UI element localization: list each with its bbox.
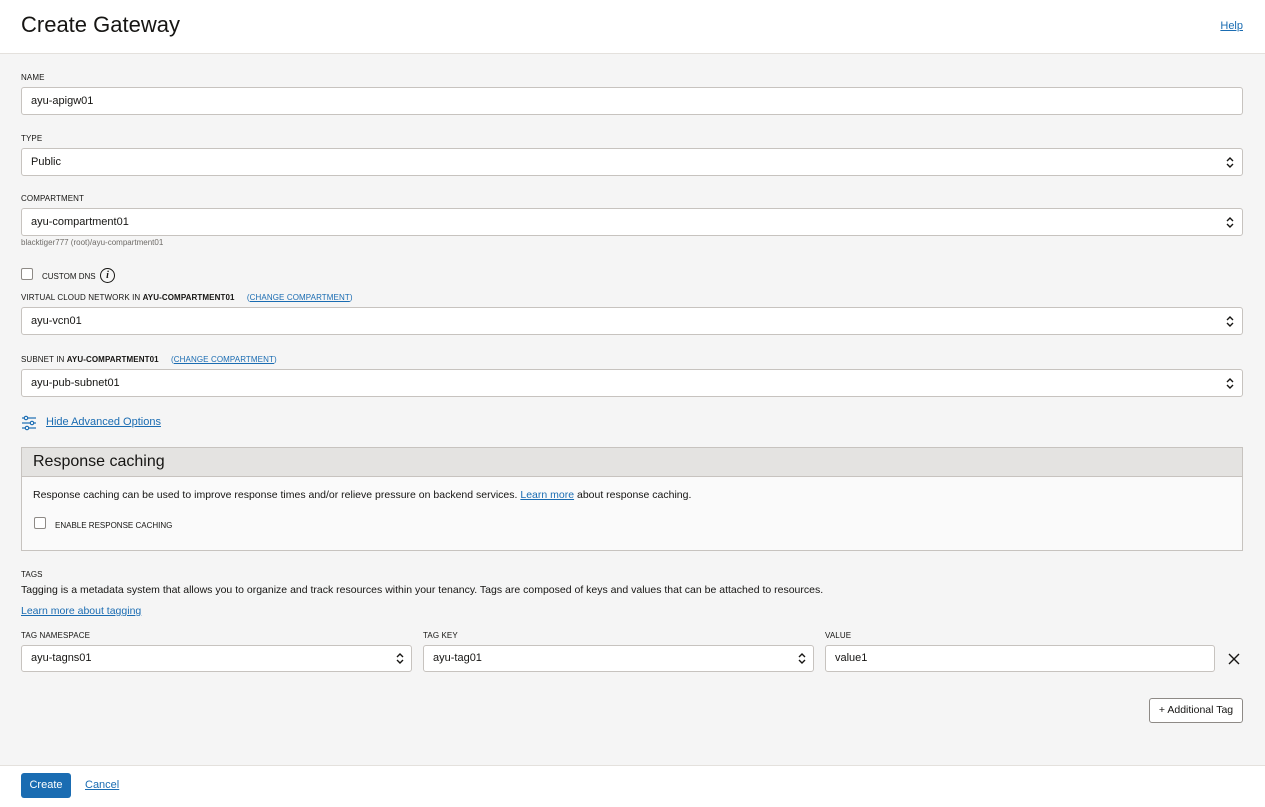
response-caching-title: Response caching [22, 448, 1242, 477]
info-icon[interactable]: i [100, 268, 115, 283]
tags-description: Tagging is a metadata system that allows… [21, 584, 824, 596]
compartment-select-value: ayu-compartment01 [31, 216, 129, 228]
custom-dns-checkbox[interactable] [21, 268, 33, 280]
type-label: TYPE [21, 134, 43, 143]
create-button[interactable]: Create [21, 773, 71, 798]
enable-response-caching-label: ENABLE RESPONSE CACHING [55, 521, 173, 530]
subnet-select-value: ayu-pub-subnet01 [31, 377, 120, 389]
chevron-updown-icon [1226, 217, 1234, 228]
name-input[interactable]: ayu-apigw01 [21, 87, 1243, 115]
tag-value-input[interactable]: value1 [825, 645, 1215, 672]
hide-advanced-options-link[interactable]: Hide Advanced Options [46, 416, 161, 428]
vcn-select-value: ayu-vcn01 [31, 315, 82, 327]
vcn-label-prefix: VIRTUAL CLOUD NETWORK IN [21, 293, 141, 302]
tag-key-value: ayu-tag01 [433, 652, 482, 664]
chevron-updown-icon [1226, 157, 1234, 168]
response-caching-desc-before: Response caching can be used to improve … [33, 489, 518, 501]
page-footer [0, 765, 1265, 807]
subnet-label: SUBNET IN AYU-COMPARTMENT01 (CHANGE COMP… [21, 355, 277, 364]
tag-key-select[interactable]: ayu-tag01 [423, 645, 814, 672]
learn-more-tagging-link[interactable]: Learn more about tagging [21, 605, 141, 617]
help-link[interactable]: Help [1220, 20, 1243, 32]
chevron-updown-icon [396, 653, 404, 664]
subnet-label-compartment: AYU-COMPARTMENT01 [66, 355, 159, 364]
tag-namespace-label: TAG NAMESPACE [21, 631, 91, 640]
vcn-select[interactable]: ayu-vcn01 [21, 307, 1243, 335]
chevron-updown-icon [1226, 378, 1234, 389]
additional-tag-button[interactable]: + Additional Tag [1149, 698, 1243, 723]
vcn-change-compartment-link[interactable]: CHANGE COMPARTMENT [250, 293, 350, 302]
enable-response-caching-checkbox[interactable] [34, 517, 46, 529]
compartment-select[interactable]: ayu-compartment01 [21, 208, 1243, 236]
response-caching-learn-more-link[interactable]: Learn more [520, 489, 574, 501]
subnet-select[interactable]: ayu-pub-subnet01 [21, 369, 1243, 397]
compartment-path: blacktiger777 (root)/ayu-compartment01 [21, 238, 164, 247]
vcn-label: VIRTUAL CLOUD NETWORK IN AYU-COMPARTMENT… [21, 293, 353, 302]
subnet-change-wrapper: (CHANGE COMPARTMENT) [171, 355, 277, 364]
vcn-change-wrapper: (CHANGE COMPARTMENT) [246, 293, 353, 302]
sliders-icon[interactable] [21, 415, 37, 431]
page-header: Create Gateway Help [0, 0, 1265, 54]
subnet-change-compartment-link[interactable]: CHANGE COMPARTMENT [174, 355, 274, 364]
chevron-updown-icon [798, 653, 806, 664]
tag-value-label: VALUE [825, 631, 852, 640]
custom-dns-label: CUSTOM DNS [42, 272, 96, 281]
cancel-link[interactable]: Cancel [85, 779, 119, 791]
name-label: NAME [21, 73, 45, 82]
subnet-label-prefix: SUBNET IN [21, 355, 65, 364]
tag-key-label: TAG KEY [423, 631, 458, 640]
response-caching-description: Response caching can be used to improve … [33, 489, 691, 501]
tag-namespace-select[interactable]: ayu-tagns01 [21, 645, 412, 672]
type-select-value: Public [31, 156, 61, 168]
page-title: Create Gateway [21, 12, 180, 37]
vcn-label-compartment: AYU-COMPARTMENT01 [142, 293, 235, 302]
compartment-label: COMPARTMENT [21, 194, 85, 203]
tag-namespace-value: ayu-tagns01 [31, 652, 92, 664]
type-select[interactable]: Public [21, 148, 1243, 176]
response-caching-desc-after: about response caching. [576, 489, 692, 501]
close-icon[interactable] [1227, 652, 1241, 666]
tags-label: TAGS [21, 570, 43, 579]
response-caching-panel: Response caching Response caching can be… [21, 447, 1243, 551]
chevron-updown-icon [1226, 316, 1234, 327]
